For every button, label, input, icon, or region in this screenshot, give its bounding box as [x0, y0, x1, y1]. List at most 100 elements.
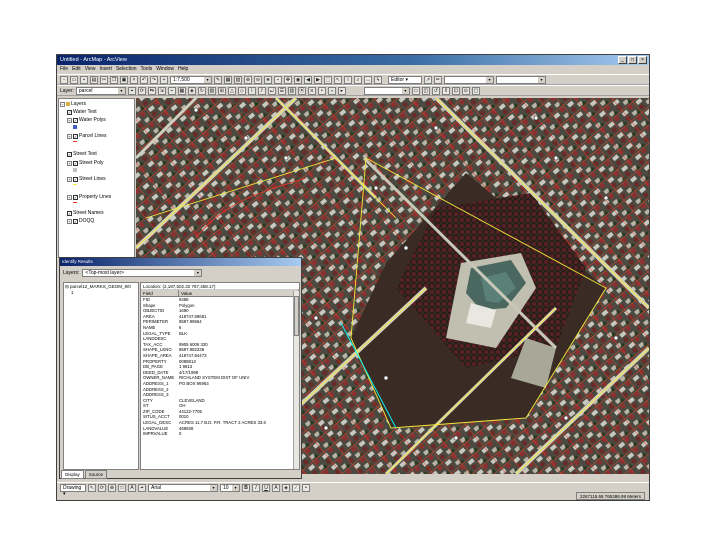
cut-icon[interactable]: ✂ — [100, 75, 108, 84]
copy-icon[interactable]: ❐ — [110, 75, 118, 84]
fixed-zoom-out-icon[interactable]: ⋆ — [274, 75, 282, 84]
overview-icon[interactable]: ⊡ — [451, 86, 460, 95]
font-color-icon[interactable]: A — [272, 483, 280, 492]
toc-item-doqq[interactable]: + ✓ DOQQ — [67, 218, 94, 224]
hyperlink-icon[interactable]: ϟ — [374, 75, 382, 84]
layout-view-icon[interactable]: ▭ — [411, 86, 420, 95]
layer-checkbox[interactable]: ✓ — [67, 109, 72, 115]
full-extent-icon[interactable]: ◉ — [294, 75, 302, 84]
rotate-icon[interactable]: ⟳ — [137, 86, 146, 95]
toc-root[interactable]: − Layers — [60, 101, 86, 107]
rectify-icon[interactable]: ▧ — [207, 86, 216, 95]
toc-item-water-polys[interactable]: + ✓ Water Polys — [67, 117, 106, 123]
vertex-icon[interactable]: • — [317, 86, 326, 95]
split-icon[interactable]: ⫽ — [257, 86, 266, 95]
toc-item-street-names[interactable]: ✓ Street Names — [67, 210, 104, 216]
select-elements-icon[interactable]: ↖ — [334, 75, 342, 84]
toc-item-street-lines[interactable]: + ✓ Street Lines — [67, 176, 106, 182]
layer-combo[interactable]: parcel ▾ — [75, 86, 126, 95]
sketch-props-icon[interactable]: ▥ — [287, 86, 296, 95]
tree-child[interactable]: 1 — [65, 290, 137, 295]
attribute-row[interactable]: IMPRVALUE 0 — [141, 431, 299, 437]
bold-icon[interactable]: B — [242, 483, 250, 492]
scale-tool-icon[interactable]: ⇲ — [157, 86, 166, 95]
add-data-icon[interactable]: + — [160, 75, 168, 84]
identify-layers-combo[interactable]: <Top-most layer> ▾ — [82, 269, 203, 277]
link-icon[interactable]: ⌁ — [167, 86, 176, 95]
layer-checkbox[interactable]: ✓ — [73, 117, 78, 123]
spatial-adjust-icon[interactable]: ⊞ — [217, 86, 226, 95]
font-size-combo[interactable]: 10 ▾ — [220, 483, 240, 492]
zoom-whole-page-icon[interactable]: ⊕ — [108, 483, 116, 492]
toc-item-street-text[interactable]: ✓ Street Text — [67, 151, 97, 157]
column-header-field[interactable]: Field — [141, 290, 179, 296]
expand-icon[interactable]: + — [67, 160, 72, 166]
print-icon[interactable]: ▤ — [90, 75, 98, 84]
measure-icon[interactable]: ↔ — [364, 75, 372, 84]
data-view-icon[interactable]: ◫ — [421, 86, 430, 95]
menu-insert[interactable]: Insert — [99, 65, 112, 74]
menu-edit[interactable]: Edit — [72, 65, 81, 74]
menu-selection[interactable]: Selection — [116, 65, 137, 74]
intersect-icon[interactable]: ⨯ — [307, 86, 316, 95]
target-combo[interactable]: ▾ — [496, 75, 546, 84]
fixed-zoom-in-icon[interactable]: ⋇ — [264, 75, 272, 84]
maximize-button[interactable]: □ — [628, 56, 637, 64]
toc-item-water-text[interactable]: ✓ Water Text — [67, 109, 97, 115]
refresh-icon[interactable]: ↺ — [431, 86, 440, 95]
forward-extent-icon[interactable]: ▶ — [314, 75, 322, 84]
menu-view[interactable]: View — [85, 65, 96, 74]
italic-icon[interactable]: I — [252, 483, 260, 492]
raster-combo[interactable]: ▾ — [363, 86, 410, 95]
rectangle-icon[interactable]: □ — [118, 483, 126, 492]
topology-icon[interactable]: △ — [227, 86, 236, 95]
arctoolbox-icon[interactable]: ▨ — [234, 75, 242, 84]
menu-help[interactable]: Help — [178, 65, 188, 74]
find-icon[interactable]: ⌕ — [354, 75, 362, 84]
edit-tool-icon[interactable]: ↗ — [424, 75, 432, 84]
georef-icon[interactable]: ⌖ — [127, 86, 136, 95]
layer-checkbox[interactable]: ✓ — [73, 194, 78, 200]
tab-source[interactable]: Source — [84, 470, 108, 479]
back-extent-icon[interactable]: ◀ — [304, 75, 312, 84]
text-icon[interactable]: A — [128, 483, 136, 492]
paste-icon[interactable]: ▣ — [120, 75, 128, 84]
expand-icon[interactable]: + — [67, 133, 72, 139]
scale-combo[interactable]: 1:7,500 ▾ — [170, 75, 212, 84]
underline-icon[interactable]: U — [262, 483, 270, 492]
pan-icon[interactable]: ✥ — [284, 75, 292, 84]
auto-adjust-icon[interactable]: ◈ — [187, 86, 196, 95]
open-icon[interactable]: ▭ — [70, 75, 78, 84]
viewer-icon[interactable]: ▢ — [471, 86, 480, 95]
snap-icon[interactable]: ⦿ — [297, 86, 306, 95]
attributes-icon[interactable]: ☰ — [277, 86, 286, 95]
pause-icon[interactable]: ‖ — [441, 86, 450, 95]
layer-checkbox[interactable]: ✓ — [73, 133, 78, 139]
magnifier-icon[interactable]: ⊙ — [461, 86, 470, 95]
undo-icon[interactable]: ↶ — [140, 75, 148, 84]
save-icon[interactable]: ▪ — [80, 75, 88, 84]
tree-root[interactable]: ⊟ parcel12_MARKS_GEOM_9/0 — [65, 284, 137, 290]
zoom-out-icon[interactable]: ⊖ — [254, 75, 262, 84]
collapse-icon[interactable]: − — [60, 101, 65, 107]
select-features-icon[interactable]: ⬚ — [324, 75, 332, 84]
line-color-icon[interactable]: ∕ — [292, 483, 300, 492]
scrollbar-thumb[interactable] — [294, 296, 299, 336]
sketch-tool-icon[interactable]: ✏ — [434, 75, 442, 84]
vertical-scrollbar[interactable] — [293, 291, 299, 469]
minimize-button[interactable]: _ — [618, 56, 627, 64]
identify-tree[interactable]: ⊟ parcel12_MARKS_GEOM_9/0 1 — [63, 282, 139, 470]
menu-file[interactable]: File — [60, 65, 68, 74]
select-arrow-icon[interactable]: ↖ — [88, 483, 96, 492]
end-icon[interactable]: ▸ — [337, 86, 346, 95]
expand-icon[interactable]: + — [67, 176, 72, 182]
toc-item-street-poly[interactable]: + ✓ Street Poly — [67, 160, 103, 166]
menu-tools[interactable]: Tools — [141, 65, 153, 74]
toc-item-parcel-lines[interactable]: + ✓ Parcel Lines — [67, 133, 107, 139]
editor-toolbar-icon[interactable]: ✎ — [214, 75, 222, 84]
update-display-icon[interactable]: ↻ — [197, 86, 206, 95]
trace-icon[interactable]: ⌇ — [247, 86, 256, 95]
layer-checkbox[interactable]: ✓ — [67, 151, 72, 157]
identify-icon[interactable]: i — [344, 75, 352, 84]
layer-checkbox[interactable]: ✓ — [73, 176, 78, 182]
